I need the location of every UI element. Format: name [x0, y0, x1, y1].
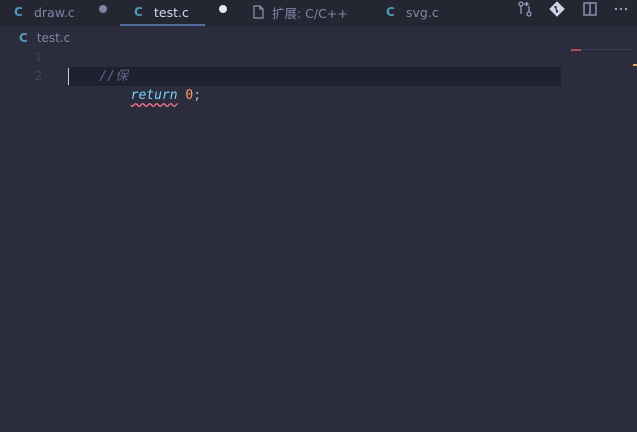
- tab-label: svg.c: [406, 4, 439, 20]
- code-line-2[interactable]: return 0;: [68, 67, 201, 103]
- tab-test-c[interactable]: C test.c: [120, 0, 205, 26]
- breadcrumb-item-file[interactable]: test.c: [37, 31, 70, 45]
- git-icon[interactable]: [546, 0, 568, 18]
- text-cursor: [68, 68, 69, 85]
- tab-draw-c[interactable]: C draw.c: [14, 0, 75, 24]
- unsaved-dot-icon[interactable]: [219, 5, 227, 13]
- line-number: 2: [34, 69, 42, 83]
- line-number: 1: [34, 50, 42, 64]
- c-file-icon: C: [19, 31, 28, 45]
- c-file-icon: C: [14, 5, 23, 19]
- code-line-1[interactable]: //保: [68, 48, 128, 84]
- punctuation-token: ;: [193, 88, 202, 103]
- file-icon: [253, 5, 264, 19]
- tab-label: test.c: [154, 4, 189, 20]
- keyword-token: return: [130, 88, 178, 103]
- c-file-icon: C: [386, 5, 395, 19]
- c-file-icon: C: [134, 5, 143, 19]
- minimap-error-mark: [571, 49, 581, 51]
- breadcrumb: C test.c: [19, 29, 70, 47]
- tab-label: 扩展: C/C++: [272, 5, 348, 21]
- more-actions-icon[interactable]: [610, 0, 632, 18]
- code-editor[interactable]: 1 2 //保 return 0;: [0, 48, 637, 432]
- tab-label: draw.c: [34, 4, 75, 20]
- split-editor-icon[interactable]: [579, 0, 601, 18]
- overview-ruler-warning-mark: [633, 64, 637, 66]
- tab-bar: C draw.c C test.c 扩展: C/C++ C svg.c: [0, 0, 637, 26]
- tab-extension-cpp[interactable]: 扩展: C/C++: [253, 0, 348, 24]
- tab-svg-c[interactable]: C svg.c: [386, 0, 439, 24]
- compare-changes-icon[interactable]: [514, 0, 536, 18]
- unsaved-dot-icon[interactable]: [99, 5, 107, 13]
- minimap-line-mark: [582, 49, 634, 50]
